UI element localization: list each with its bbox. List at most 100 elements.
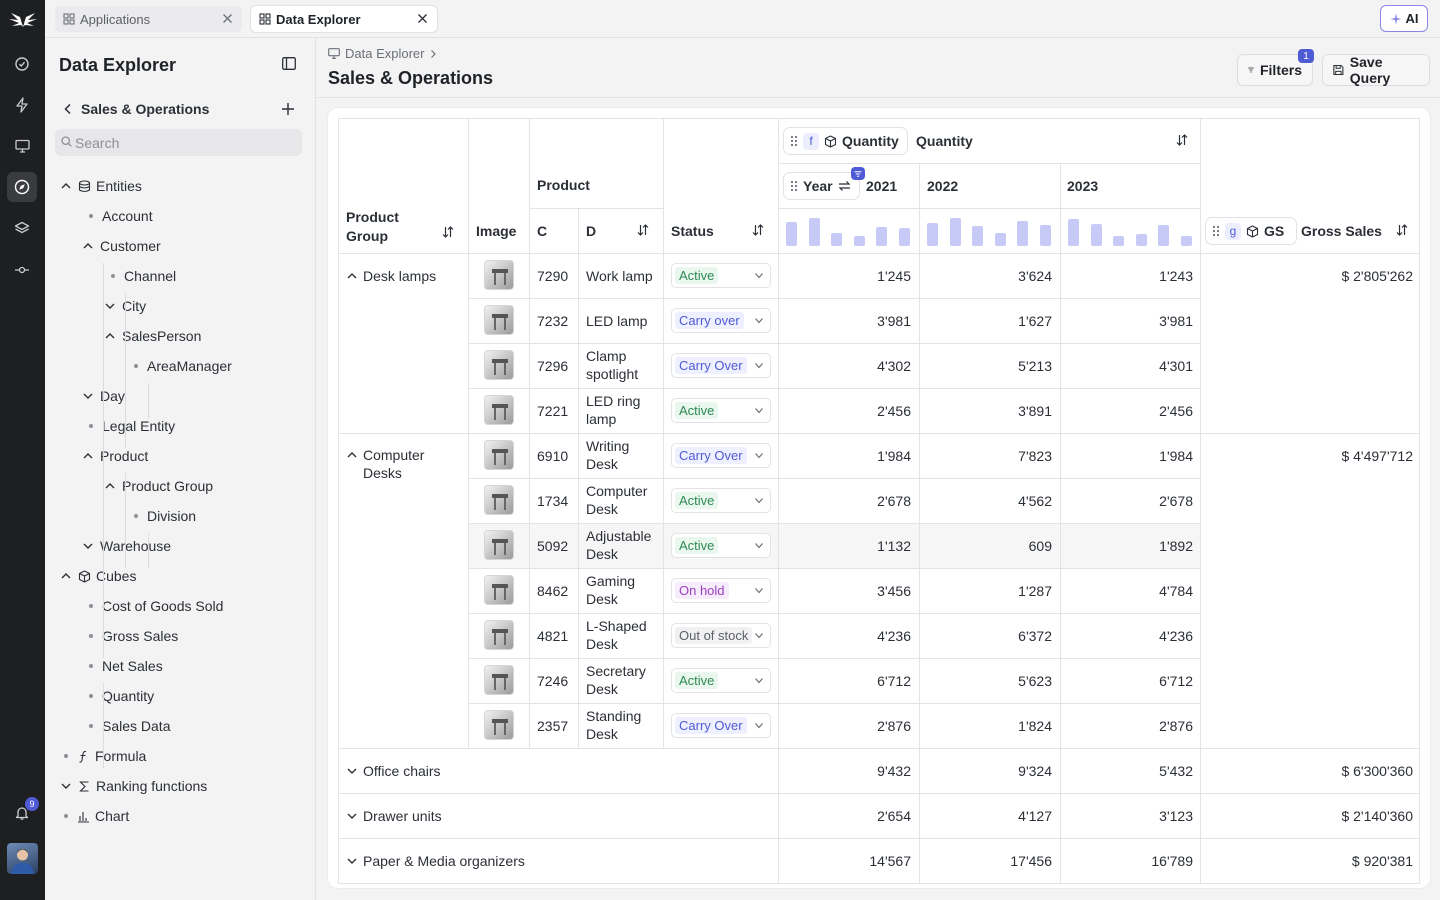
status-select[interactable]: Carry Over — [671, 443, 771, 468]
save-query-button[interactable]: Save Query — [1322, 54, 1430, 86]
status-select[interactable]: Active — [671, 533, 771, 558]
sort-icon[interactable] — [1176, 134, 1188, 146]
tree-item-product-group[interactable]: Product Group — [104, 473, 213, 499]
chevron-down-icon[interactable] — [346, 855, 358, 867]
chevron-down-icon[interactable] — [346, 810, 358, 822]
product-thumbnail — [492, 539, 508, 555]
tree-item-gross-sales[interactable]: Gross Sales — [85, 623, 178, 649]
bullet-dot — [64, 754, 68, 758]
tab-data-explorer[interactable]: Data Explorer — [251, 6, 437, 32]
sort-icon[interactable] — [1396, 224, 1408, 236]
tree-item-legal-entity[interactable]: Legal Entity — [85, 413, 175, 439]
group-label[interactable]: Paper & Media organizers — [346, 852, 746, 870]
chevron-up-icon[interactable] — [346, 449, 358, 461]
tab-applications[interactable]: Applications — [55, 6, 242, 32]
chevron-up-icon[interactable] — [104, 480, 116, 492]
column-divider — [919, 253, 920, 433]
monitor-icon[interactable] — [7, 131, 37, 161]
status-select[interactable]: Active — [671, 398, 771, 423]
chevron-up-icon[interactable] — [82, 240, 94, 252]
quantity-value: 6'712 — [877, 673, 911, 689]
tree-item-chart[interactable]: Chart — [60, 803, 129, 829]
bullet-dot — [89, 664, 93, 668]
group-label[interactable]: Office chairs — [346, 762, 746, 780]
status-select[interactable]: Active — [671, 263, 771, 288]
chevron-up-icon[interactable] — [346, 270, 358, 282]
user-avatar[interactable] — [7, 843, 38, 874]
compass-icon[interactable] — [7, 172, 37, 202]
chevron-up-icon[interactable] — [60, 570, 72, 582]
col-header-image[interactable]: Image — [476, 223, 516, 239]
chevron-down-icon[interactable] — [104, 300, 116, 312]
drag-handle-icon[interactable] — [790, 180, 798, 192]
commit-icon[interactable] — [7, 255, 37, 285]
breadcrumb-link[interactable]: Data Explorer — [345, 46, 424, 61]
col-header-c[interactable]: C — [537, 223, 547, 239]
chevron-up-icon[interactable] — [60, 180, 72, 192]
col-header-product-group[interactable]: Product Group — [346, 208, 416, 246]
filters-button[interactable]: Filters 1 — [1237, 49, 1314, 86]
status-select[interactable]: Carry Over — [671, 713, 771, 738]
drag-handle-icon[interactable] — [1212, 225, 1220, 237]
ai-button[interactable]: AI — [1380, 5, 1428, 32]
year-2023-header: 2023 — [1067, 178, 1099, 194]
tree-item-entities[interactable]: Entities — [60, 173, 142, 199]
tree-item-account[interactable]: Account — [85, 203, 153, 229]
back-chevron-icon[interactable] — [63, 103, 73, 115]
group-label[interactable]: Drawer units — [346, 807, 746, 825]
sort-icon[interactable] — [637, 224, 649, 236]
lightning-icon[interactable] — [7, 90, 37, 120]
layers-icon[interactable] — [7, 213, 37, 243]
add-icon[interactable] — [281, 102, 295, 116]
status-select[interactable]: Carry Over — [671, 353, 771, 378]
drag-handle-icon[interactable] — [790, 135, 798, 147]
status-select[interactable]: Out of stock — [671, 623, 771, 648]
group-label[interactable]: Desk lamps — [346, 267, 456, 285]
search-input[interactable] — [75, 129, 295, 156]
filter-applied-icon[interactable] — [851, 167, 865, 180]
tree-item-salesperson[interactable]: SalesPerson — [104, 323, 201, 349]
chevron-down-icon[interactable] — [82, 540, 94, 552]
close-icon[interactable] — [221, 12, 234, 25]
chevron-up-icon[interactable] — [82, 450, 94, 462]
chevron-down-icon[interactable] — [346, 765, 358, 777]
tree-item-warehouse[interactable]: Warehouse — [82, 533, 171, 559]
app-logo-icon[interactable] — [7, 8, 39, 32]
status-select[interactable]: Active — [671, 488, 771, 513]
sort-icon[interactable] — [752, 224, 764, 236]
chevron-up-icon[interactable] — [104, 330, 116, 342]
sort-icon[interactable] — [442, 226, 454, 238]
tree-item-areamanager[interactable]: AreaManager — [130, 353, 232, 379]
year-dimension-chip[interactable]: Year — [784, 173, 859, 199]
tree-item-sales-data[interactable]: Sales Data — [85, 713, 170, 739]
gs-measure-chip[interactable]: g GS — [1206, 218, 1296, 244]
status-select[interactable]: Carry over — [671, 308, 771, 333]
tree-item-division[interactable]: Division — [130, 503, 196, 529]
tree-item-quantity[interactable]: Quantity — [85, 683, 154, 709]
swap-icon[interactable] — [838, 180, 851, 192]
col-header-status[interactable]: Status — [671, 223, 714, 239]
chevron-down-icon[interactable] — [60, 780, 72, 792]
tree-item-customer[interactable]: Customer — [82, 233, 161, 259]
tree-item-net-sales[interactable]: Net Sales — [85, 653, 163, 679]
status-select[interactable]: On hold — [671, 578, 771, 603]
tasks-icon[interactable] — [7, 49, 37, 79]
col-header-product[interactable]: Product — [537, 177, 590, 193]
tree-item-cost-of-goods-sold[interactable]: Cost of Goods Sold — [85, 593, 223, 619]
col-header-d[interactable]: D — [586, 223, 596, 239]
tree-item-product[interactable]: Product — [82, 443, 148, 469]
sparkline-bar — [1135, 234, 1147, 246]
tree-item-ranking-functions[interactable]: Ranking functions — [60, 773, 207, 799]
bullet-dot — [89, 724, 93, 728]
chevron-up-icon — [83, 243, 93, 249]
quantity-value: 2'456 — [877, 403, 911, 419]
group-label[interactable]: Computer Desks — [346, 446, 456, 482]
chevron-up-icon — [83, 453, 93, 459]
sidebar-toggle-icon[interactable] — [282, 57, 296, 70]
close-icon[interactable] — [416, 12, 429, 25]
product-name: Adjustable Desk — [586, 528, 652, 562]
chevron-down-icon[interactable] — [82, 390, 94, 402]
status-select[interactable]: Active — [671, 668, 771, 693]
tree-item-channel[interactable]: Channel — [107, 263, 176, 289]
quantity-measure-chip[interactable]: f Quantity — [784, 128, 907, 154]
